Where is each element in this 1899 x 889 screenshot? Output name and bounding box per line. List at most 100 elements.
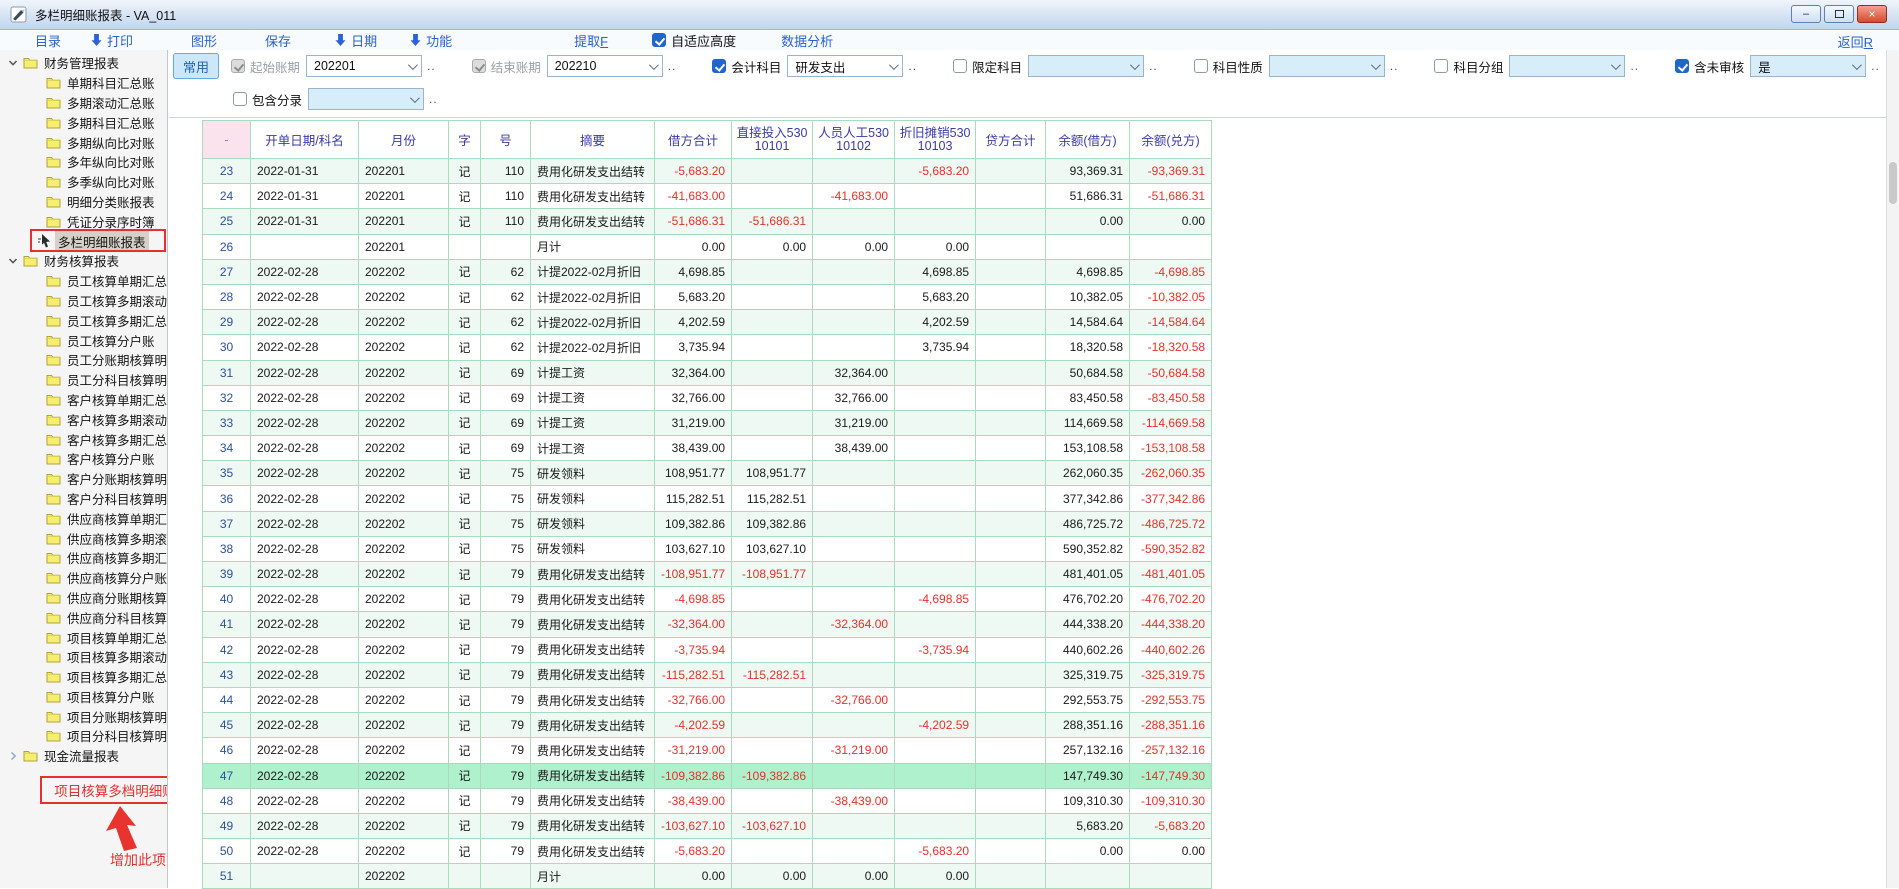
- cell-rownum[interactable]: 32: [203, 385, 251, 410]
- cell-debit_total[interactable]: -4,202.59: [655, 713, 732, 738]
- cell-debit_total[interactable]: -108,951.77: [655, 562, 732, 587]
- cell-depreciation[interactable]: [895, 486, 976, 511]
- column-header-credit_total[interactable]: 贷方合计: [976, 121, 1046, 159]
- cell-balance_debit[interactable]: 10,382.05: [1046, 284, 1130, 309]
- menu-graph[interactable]: 图形: [191, 31, 217, 50]
- cell-credit_total[interactable]: [976, 839, 1046, 864]
- cell-balance_credit[interactable]: -440,602.26: [1130, 637, 1212, 662]
- cell-labor[interactable]: [813, 839, 895, 864]
- cell-summary[interactable]: 计提2022-02月折旧: [531, 335, 655, 360]
- tree-item[interactable]: 项目分科目核算明细: [0, 726, 167, 746]
- cell-month[interactable]: 202201: [359, 159, 449, 184]
- cell-balance_credit[interactable]: -50,684.58: [1130, 360, 1212, 385]
- cell-labor[interactable]: [813, 461, 895, 486]
- tree-item[interactable]: 客户分账期核算明细: [0, 469, 167, 489]
- cell-balance_debit[interactable]: 325,319.75: [1046, 662, 1130, 687]
- cell-balance_credit[interactable]: [1130, 234, 1212, 259]
- cell-debit_total[interactable]: 32,766.00: [655, 385, 732, 410]
- cell-labor[interactable]: -32,364.00: [813, 612, 895, 637]
- cell-credit_total[interactable]: [976, 738, 1046, 763]
- cell-debit_total[interactable]: -5,683.20: [655, 839, 732, 864]
- cell-depreciation[interactable]: 4,202.59: [895, 310, 976, 335]
- cell-date[interactable]: 2022-02-28: [251, 360, 359, 385]
- cell-labor[interactable]: [813, 284, 895, 309]
- cell-month[interactable]: 202202: [359, 385, 449, 410]
- cell-summary[interactable]: 费用化研发支出结转: [531, 788, 655, 813]
- cell-debit_total[interactable]: -51,686.31: [655, 209, 732, 234]
- cell-date[interactable]: [251, 234, 359, 259]
- cell-zi[interactable]: 记: [449, 839, 481, 864]
- cell-rownum[interactable]: 26: [203, 234, 251, 259]
- cell-direct_input[interactable]: 103,627.10: [732, 536, 813, 561]
- cell-month[interactable]: 202201: [359, 209, 449, 234]
- cell-summary[interactable]: 计提2022-02月折旧: [531, 259, 655, 284]
- column-header-direct_input[interactable]: 直接投入53010101: [732, 121, 813, 159]
- cell-hao[interactable]: 79: [481, 562, 531, 587]
- cell-debit_total[interactable]: -41,683.00: [655, 184, 732, 209]
- cell-date[interactable]: 2022-02-28: [251, 284, 359, 309]
- cell-balance_credit[interactable]: -288,351.16: [1130, 713, 1212, 738]
- column-header-hao[interactable]: 号: [481, 121, 531, 159]
- cell-depreciation[interactable]: [895, 436, 976, 461]
- cell-labor[interactable]: -31,219.00: [813, 738, 895, 763]
- cell-balance_debit[interactable]: 83,450.58: [1046, 385, 1130, 410]
- tree-item[interactable]: 项目核算多期滚动: [0, 647, 167, 667]
- more-button[interactable]: ..: [1630, 59, 1639, 73]
- cell-labor[interactable]: 31,219.00: [813, 410, 895, 435]
- cell-labor[interactable]: 32,364.00: [813, 360, 895, 385]
- cell-balance_credit[interactable]: -292,553.75: [1130, 687, 1212, 712]
- cell-direct_input[interactable]: [732, 788, 813, 813]
- cell-summary[interactable]: 研发领料: [531, 461, 655, 486]
- cell-direct_input[interactable]: [732, 738, 813, 763]
- cell-balance_credit[interactable]: -476,702.20: [1130, 587, 1212, 612]
- cell-date[interactable]: 2022-02-28: [251, 839, 359, 864]
- tree-item[interactable]: 凭证分录序时簿: [0, 211, 167, 231]
- cell-date[interactable]: 2022-02-28: [251, 486, 359, 511]
- filter-checkbox[interactable]: [472, 59, 486, 73]
- cell-date[interactable]: 2022-02-28: [251, 612, 359, 637]
- column-header-depreciation[interactable]: 折旧摊销53010103: [895, 121, 976, 159]
- cell-date[interactable]: 2022-02-28: [251, 536, 359, 561]
- cell-hao[interactable]: 75: [481, 461, 531, 486]
- cell-zi[interactable]: 记: [449, 209, 481, 234]
- cell-rownum[interactable]: 51: [203, 864, 251, 889]
- cell-month[interactable]: 202202: [359, 461, 449, 486]
- tree-item[interactable]: 项目分账期核算明细: [0, 706, 167, 726]
- cell-hao[interactable]: 110: [481, 209, 531, 234]
- cell-month[interactable]: 202202: [359, 662, 449, 687]
- cell-depreciation[interactable]: -3,735.94: [895, 637, 976, 662]
- cell-hao[interactable]: [481, 864, 531, 889]
- tree-item[interactable]: 员工分科目核算明细: [0, 370, 167, 390]
- cell-rownum[interactable]: 44: [203, 687, 251, 712]
- cell-rownum[interactable]: 31: [203, 360, 251, 385]
- close-button[interactable]: ×: [1857, 5, 1887, 23]
- cell-direct_input[interactable]: -51,686.31: [732, 209, 813, 234]
- more-button[interactable]: ..: [1149, 59, 1158, 73]
- cell-month[interactable]: 202202: [359, 813, 449, 838]
- tree-item[interactable]: 员工核算分户账: [0, 330, 167, 350]
- cell-balance_debit[interactable]: 0.00: [1046, 839, 1130, 864]
- filter-checkbox[interactable]: [231, 59, 245, 73]
- cell-rownum[interactable]: 29: [203, 310, 251, 335]
- cell-direct_input[interactable]: [732, 587, 813, 612]
- cell-labor[interactable]: [813, 536, 895, 561]
- cell-hao[interactable]: 69: [481, 436, 531, 461]
- cell-month[interactable]: 202202: [359, 788, 449, 813]
- cell-credit_total[interactable]: [976, 713, 1046, 738]
- tree-item[interactable]: 客户核算分户账: [0, 449, 167, 469]
- cell-depreciation[interactable]: -4,698.85: [895, 587, 976, 612]
- cell-month[interactable]: 202201: [359, 234, 449, 259]
- cell-date[interactable]: 2022-02-28: [251, 637, 359, 662]
- cell-zi[interactable]: 记: [449, 536, 481, 561]
- cell-balance_debit[interactable]: 147,749.30: [1046, 763, 1130, 788]
- cell-direct_input[interactable]: 0.00: [732, 864, 813, 889]
- tree-item[interactable]: 多季纵向比对账: [0, 172, 167, 192]
- cell-summary[interactable]: 费用化研发支出结转: [531, 738, 655, 763]
- cell-hao[interactable]: 62: [481, 259, 531, 284]
- cell-month[interactable]: 202202: [359, 335, 449, 360]
- cell-balance_credit[interactable]: -147,749.30: [1130, 763, 1212, 788]
- cell-depreciation[interactable]: [895, 461, 976, 486]
- cell-balance_debit[interactable]: 262,060.35: [1046, 461, 1130, 486]
- cell-depreciation[interactable]: -5,683.20: [895, 839, 976, 864]
- cell-month[interactable]: 202202: [359, 637, 449, 662]
